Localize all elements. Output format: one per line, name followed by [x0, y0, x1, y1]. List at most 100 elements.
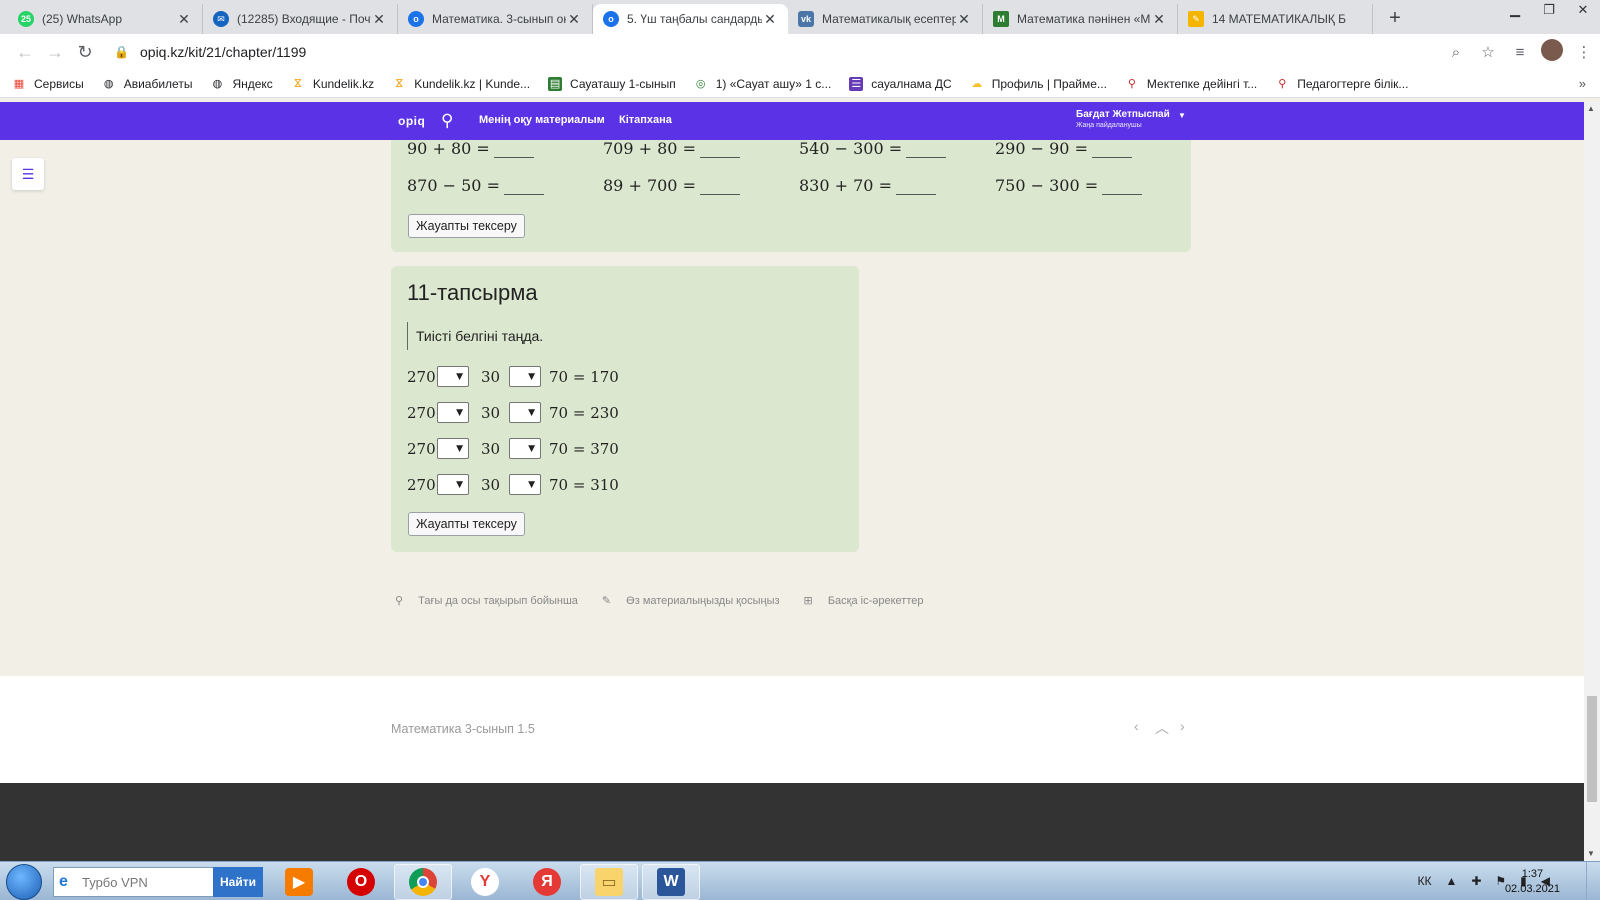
answer-input[interactable]	[503, 179, 544, 195]
bookmark-item[interactable]: ◍ Яндекс	[210, 77, 273, 91]
close-icon[interactable]: ✕	[956, 11, 972, 28]
bookmarks-overflow-icon[interactable]: »	[1579, 76, 1586, 91]
magnifier-icon: ⚲	[395, 595, 407, 607]
browser-tab[interactable]: 25 (25) WhatsApp ✕	[8, 4, 203, 34]
chevron-right-icon[interactable]: ›	[1180, 718, 1185, 734]
forward-arrow-icon[interactable]: →	[40, 37, 70, 67]
taskbar-opera[interactable]: O	[332, 864, 390, 900]
operator-select[interactable]: ▼	[509, 366, 541, 387]
show-desktop-button[interactable]	[1586, 862, 1600, 900]
operator-select[interactable]: ▼	[437, 402, 469, 423]
nav-library[interactable]: Кітапхана	[619, 114, 672, 126]
browser-tab[interactable]: o Математика. 3-сынып ок ✕	[398, 4, 593, 34]
taskbar-chrome[interactable]	[394, 864, 452, 900]
system-clock[interactable]: 1:37 02.03.2021	[1505, 867, 1560, 897]
answer-input[interactable]	[895, 179, 936, 195]
more-on-topic-link[interactable]: ⚲ Тағы да осы тақырып бойынша	[395, 594, 590, 607]
restore-icon[interactable]: ❐	[1532, 0, 1566, 20]
bookmark-item[interactable]: ▤ Сауаташу 1-сынып	[548, 76, 676, 91]
paperclip-icon: ✎	[601, 595, 615, 607]
browser-tab[interactable]: ✎ 14 МАТЕМАТИКАЛЫҚ Б	[1178, 4, 1373, 34]
browser-tab[interactable]: M Математика пәнінен «М ✕	[983, 4, 1178, 34]
network-status-icon[interactable]: ✚	[1471, 874, 1481, 888]
bookmark-item[interactable]: ▦ Сервисы	[12, 77, 84, 91]
operator-select[interactable]: ▼	[509, 474, 541, 495]
opiq-favicon-icon: o	[408, 11, 424, 27]
nav-my-materials[interactable]: Менің оқу материалым	[479, 114, 605, 126]
other-actions-link[interactable]: ⊞ Басқа іс-әрекеттер	[804, 594, 936, 607]
taskbar-media-player[interactable]: ▶	[270, 864, 328, 900]
taskbar-yandex-browser[interactable]: Я	[518, 864, 576, 900]
operator-select[interactable]: ▼	[509, 402, 541, 423]
minimize-icon[interactable]: ▁	[1498, 0, 1532, 20]
bookmark-item[interactable]: ◎ 1) «Сауат ашу» 1 с...	[694, 77, 831, 91]
answer-input[interactable]	[1091, 142, 1132, 158]
taskbar-yandex[interactable]: Y	[456, 864, 514, 900]
operator-select[interactable]: ▼	[437, 366, 469, 387]
search-icon[interactable]: ⚲	[441, 111, 453, 131]
user-menu[interactable]: Бағдат Жетпыспай Жаңа пайдаланушы ▼	[1076, 110, 1186, 130]
bookmark-item[interactable]: ☁ Профиль | Прайме...	[970, 77, 1107, 91]
operator-select[interactable]: ▼	[437, 474, 469, 495]
page-scrollbar[interactable]: ▲ ▼	[1584, 102, 1600, 861]
answer-input[interactable]	[699, 179, 740, 195]
bookmark-item[interactable]: ⚲ Педагогтерге білік...	[1275, 77, 1408, 91]
form-icon: ☰	[849, 76, 864, 91]
taskbar-search-input[interactable]: e Турбо VPN	[53, 867, 215, 897]
start-button[interactable]	[6, 864, 42, 900]
check-answer-button[interactable]: Жауапты тексеру	[408, 512, 525, 536]
book-title: Математика 3-сынып 1.5	[391, 722, 535, 736]
close-icon[interactable]: ✕	[762, 11, 778, 28]
address-bar[interactable]: 🔒 opiq.kz/kit/21/chapter/1199	[104, 38, 1440, 66]
browser-tab-active[interactable]: o 5. Үш таңбалы сандарды ✕	[593, 4, 788, 34]
menu-kebab-icon[interactable]: ⋮	[1568, 43, 1600, 61]
new-tab-button[interactable]: +	[1381, 4, 1409, 32]
scroll-up-icon[interactable]: ▲	[1587, 104, 1595, 113]
scroll-down-icon[interactable]: ▼	[1587, 849, 1595, 858]
opiq-logo[interactable]: opiq	[398, 114, 425, 128]
browser-tab[interactable]: vk Математикалық есептер ✕	[788, 4, 983, 34]
media-player-icon: ▶	[285, 868, 313, 896]
close-icon[interactable]: ✕	[566, 11, 582, 28]
close-icon[interactable]: ✕	[1151, 11, 1167, 28]
answer-input[interactable]	[906, 142, 947, 158]
apps-grid-icon: ▦	[13, 78, 25, 90]
chevron-down-icon: ▼	[456, 407, 463, 418]
star-icon[interactable]: ☆	[1472, 43, 1504, 61]
answer-input[interactable]	[699, 142, 740, 158]
close-window-icon[interactable]: ✕	[1566, 0, 1600, 20]
user-role: Жаңа пайдаланушы	[1076, 122, 1142, 129]
reading-list-icon[interactable]: ≡	[1504, 44, 1536, 61]
zoom-icon[interactable]: ⌕	[1440, 44, 1472, 61]
add-material-link[interactable]: ✎ Өз материалыңызды қосыңыз	[602, 594, 792, 607]
bookmark-item[interactable]: ⴵ Kundelik.kz	[291, 77, 374, 91]
chevron-up-icon[interactable]: ︿	[1155, 718, 1169, 738]
browser-tab[interactable]: ✉ (12285) Входящие - Почт ✕	[203, 4, 398, 34]
bookmark-item[interactable]: ⴵ Kundelik.kz | Kunde...	[392, 77, 530, 91]
close-icon[interactable]: ✕	[371, 11, 387, 28]
operator-select[interactable]: ▼	[509, 438, 541, 459]
table-of-contents-button[interactable]: ☰	[12, 158, 44, 190]
language-indicator[interactable]: КК	[1417, 874, 1431, 888]
taskbar-search-button[interactable]: Найти	[213, 867, 263, 897]
chevron-left-icon[interactable]: ‹	[1134, 718, 1139, 734]
bookmark-item[interactable]: ◍ Авиабилеты	[102, 77, 193, 91]
tray-expand-icon[interactable]: ▲	[1445, 874, 1457, 888]
answer-input[interactable]	[1102, 179, 1143, 195]
profile-avatar[interactable]	[1536, 39, 1568, 65]
reload-icon[interactable]: ↻	[70, 37, 100, 67]
close-icon[interactable]: ✕	[176, 11, 192, 28]
taskbar-word[interactable]: W	[642, 864, 700, 900]
comparison-row: 270 ▼ 30 ▼ 70 = 230	[407, 402, 619, 423]
operator-select[interactable]: ▼	[437, 438, 469, 459]
back-arrow-icon[interactable]: ←	[10, 37, 40, 67]
taskbar-explorer[interactable]: ▭	[580, 864, 638, 900]
answer-input[interactable]	[493, 142, 534, 158]
check-answer-button[interactable]: Жауапты тексеру	[408, 214, 525, 238]
comparison-row: 270 ▼ 30 ▼ 70 = 370	[407, 438, 619, 459]
scrollbar-thumb[interactable]	[1587, 696, 1597, 802]
chevron-down-icon: ▼	[456, 479, 463, 490]
bookmark-item[interactable]: ⚲ Мектепке дейінгі т...	[1125, 77, 1257, 91]
page-actions: ⚲ Тағы да осы тақырып бойынша ✎ Өз матер…	[395, 594, 947, 607]
bookmark-item[interactable]: ☰ сауалнама ДС	[849, 76, 952, 91]
